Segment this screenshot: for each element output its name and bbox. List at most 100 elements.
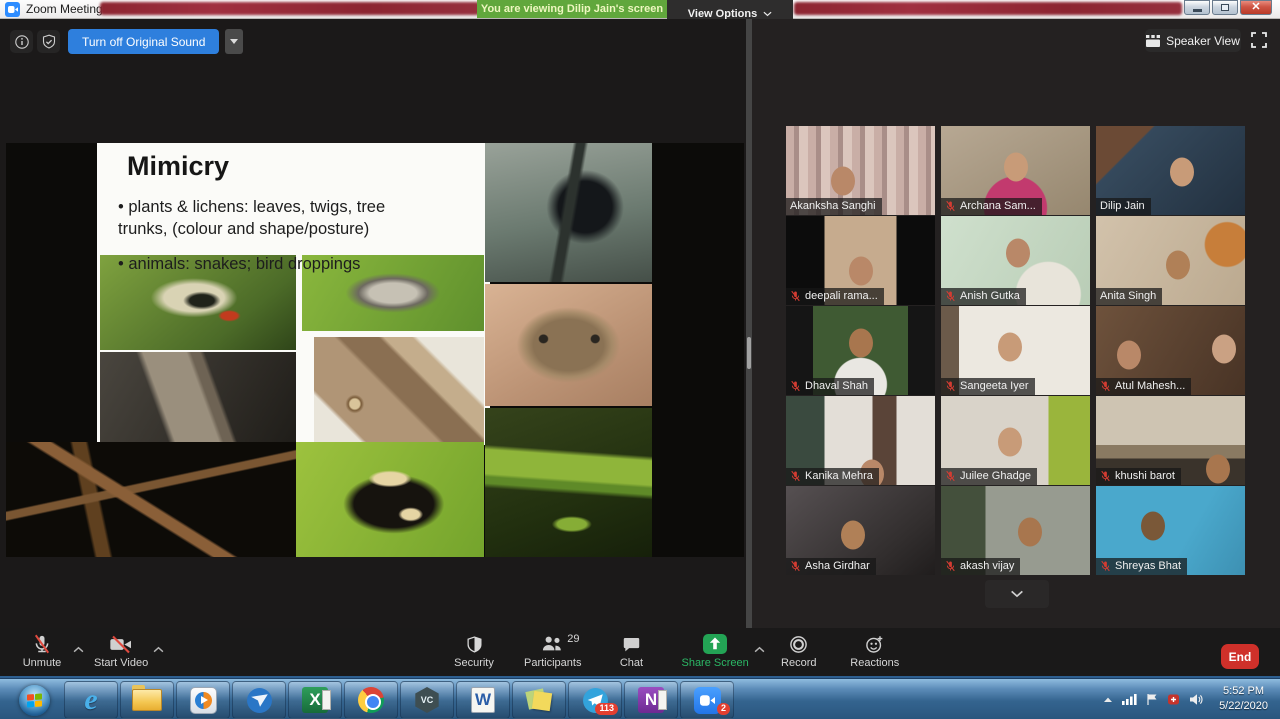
participant-name-label: Sangeeta Iyer bbox=[941, 378, 1035, 395]
participant-tile-dhaval-shah[interactable]: Dhaval Shah bbox=[786, 306, 935, 395]
turn-off-original-sound-button[interactable]: Turn off Original Sound bbox=[68, 29, 219, 54]
mic-slash-icon bbox=[32, 632, 52, 656]
taskbar-clock[interactable]: 5:52 PM 5/22/2020 bbox=[1213, 684, 1274, 714]
taskbar-sticky-notes-button[interactable] bbox=[512, 681, 566, 719]
participant-tile-archana-sam[interactable]: Archana Sam... bbox=[941, 126, 1090, 215]
chevron-up-icon[interactable] bbox=[73, 640, 84, 658]
excel-icon: X bbox=[302, 687, 328, 713]
title-bar: Zoom Meeting You are viewing Dilip Jain'… bbox=[0, 0, 1280, 19]
participant-name-label: Juilee Ghadge bbox=[941, 468, 1037, 485]
action-center-flag-icon[interactable] bbox=[1146, 693, 1158, 706]
muted-mic-icon bbox=[790, 470, 801, 482]
control-label: Unmute bbox=[23, 657, 62, 669]
taskbar-start-button[interactable] bbox=[6, 681, 62, 719]
chevron-down-icon bbox=[1010, 590, 1024, 598]
reactions-button[interactable]: Reactions bbox=[849, 632, 901, 669]
participant-name-label: akash vijay bbox=[941, 558, 1020, 575]
participants-button[interactable]: 29Participants bbox=[524, 632, 581, 669]
speaker-view-button[interactable]: Speaker View bbox=[1145, 29, 1241, 52]
chat-button[interactable]: Chat bbox=[605, 632, 657, 669]
dropdown-arrow-icon bbox=[230, 39, 238, 44]
zoom-logo-icon bbox=[5, 2, 20, 17]
start-video-button[interactable]: Start Video bbox=[94, 632, 148, 669]
participant-tile-akash-vijay[interactable]: akash vijay bbox=[941, 486, 1090, 575]
participant-tile-anish-gutka[interactable]: Anish Gutka bbox=[941, 216, 1090, 305]
participant-tile-juilee-ghadge[interactable]: Juilee Ghadge bbox=[941, 396, 1090, 485]
control-label: Chat bbox=[620, 657, 643, 669]
taskbar-onenote-button[interactable]: N bbox=[624, 681, 678, 719]
control-label: Start Video bbox=[94, 657, 148, 669]
muted-mic-icon bbox=[1100, 560, 1111, 572]
participant-tile-akanksha-sanghi[interactable]: Akanksha Sanghi bbox=[786, 126, 935, 215]
muted-mic-icon bbox=[945, 560, 956, 572]
participant-name: khushi barot bbox=[1115, 470, 1175, 482]
close-icon: ✕ bbox=[1251, 2, 1260, 13]
security-button[interactable]: Security bbox=[448, 632, 500, 669]
scrollbar-thumb[interactable] bbox=[747, 337, 751, 369]
participant-name-label: deepali rama... bbox=[786, 288, 884, 305]
slide-bullet: animals: snakes; bird droppings bbox=[118, 254, 406, 276]
participant-tile-khushi-barot[interactable]: khushi barot bbox=[1096, 396, 1245, 485]
unmute-button[interactable]: Unmute bbox=[16, 632, 68, 669]
participant-name: Dilip Jain bbox=[1100, 200, 1145, 212]
redacted-region bbox=[100, 2, 480, 15]
presentation-slide: Mimicry plants & lichens: leaves, twigs,… bbox=[6, 143, 744, 557]
participant-tile-shreyas-bhat[interactable]: Shreyas Bhat bbox=[1096, 486, 1245, 575]
shield-icon bbox=[466, 632, 483, 656]
participant-name: Archana Sam... bbox=[960, 200, 1036, 212]
minimize-button[interactable] bbox=[1184, 0, 1210, 15]
taskbar-zoom-app-button[interactable]: 2 bbox=[680, 681, 734, 719]
word-icon: W bbox=[471, 687, 495, 713]
participant-tile-anita-singh[interactable]: Anita Singh bbox=[1096, 216, 1245, 305]
taskbar-thunderbird-button[interactable] bbox=[232, 681, 286, 719]
participant-tile-kanika-mehra[interactable]: Kanika Mehra bbox=[786, 396, 935, 485]
grid-view-icon bbox=[1146, 35, 1160, 47]
sticky-notes-icon bbox=[526, 687, 552, 713]
participant-name-label: Archana Sam... bbox=[941, 198, 1042, 215]
taskbar-excel-button[interactable]: X bbox=[288, 681, 342, 719]
participant-face bbox=[1018, 518, 1042, 547]
participant-name-label: Akanksha Sanghi bbox=[786, 198, 882, 215]
photo-twig-moth bbox=[100, 352, 296, 442]
original-sound-dropdown-button[interactable] bbox=[225, 29, 243, 54]
taskbar-telegram-button[interactable]: 113 bbox=[568, 681, 622, 719]
meeting-control-bar: Unmute Start Video Security 29Participants… bbox=[0, 628, 1280, 676]
taskbar-word-button[interactable]: W bbox=[456, 681, 510, 719]
encryption-button[interactable] bbox=[37, 30, 60, 53]
clock-time: 5:52 PM bbox=[1219, 684, 1268, 699]
photo-stick-insect bbox=[6, 442, 296, 557]
chevron-up-icon[interactable] bbox=[754, 640, 765, 658]
chevron-down-icon bbox=[763, 11, 772, 17]
participant-face bbox=[849, 329, 873, 358]
volume-icon[interactable] bbox=[1189, 693, 1204, 706]
restore-button[interactable] bbox=[1212, 0, 1238, 15]
taskbar-chrome-button[interactable] bbox=[344, 681, 398, 719]
participant-face bbox=[1006, 239, 1030, 268]
minimize-icon bbox=[1193, 9, 1202, 12]
record-button[interactable]: Record bbox=[773, 632, 825, 669]
share-screen-button[interactable]: Share Screen bbox=[681, 632, 748, 669]
hidden-icons-button[interactable] bbox=[1103, 696, 1113, 703]
participant-tile-dilip-jain[interactable]: Dilip Jain bbox=[1096, 126, 1245, 215]
participant-face bbox=[998, 428, 1022, 457]
participant-face bbox=[1117, 340, 1141, 369]
participant-name-label: Asha Girdhar bbox=[786, 558, 876, 575]
participant-tile-asha-girdhar[interactable]: Asha Girdhar bbox=[786, 486, 935, 575]
participant-name: Anish Gutka bbox=[960, 290, 1020, 302]
participant-name: Juilee Ghadge bbox=[960, 470, 1031, 482]
meeting-info-button[interactable] bbox=[10, 30, 33, 53]
network-icon[interactable] bbox=[1122, 693, 1137, 705]
taskbar-internet-explorer-button[interactable]: e bbox=[64, 681, 118, 719]
participant-tile-sangeeta-iyer[interactable]: Sangeeta Iyer bbox=[941, 306, 1090, 395]
antivirus-icon[interactable] bbox=[1167, 693, 1180, 706]
scroll-more-participants-button[interactable] bbox=[985, 580, 1049, 608]
taskbar-media-player-button[interactable] bbox=[176, 681, 230, 719]
chevron-up-icon[interactable] bbox=[153, 640, 164, 658]
fullscreen-button[interactable] bbox=[1250, 31, 1268, 49]
taskbar-file-explorer-button[interactable] bbox=[120, 681, 174, 719]
participant-tile-deepali-rama[interactable]: deepali rama... bbox=[786, 216, 935, 305]
participant-tile-atul-mahesh[interactable]: Atul Mahesh... bbox=[1096, 306, 1245, 395]
end-meeting-button[interactable]: End bbox=[1221, 644, 1259, 669]
taskbar-vc-app-button[interactable]: VC bbox=[400, 681, 454, 719]
close-button[interactable]: ✕ bbox=[1240, 0, 1272, 15]
